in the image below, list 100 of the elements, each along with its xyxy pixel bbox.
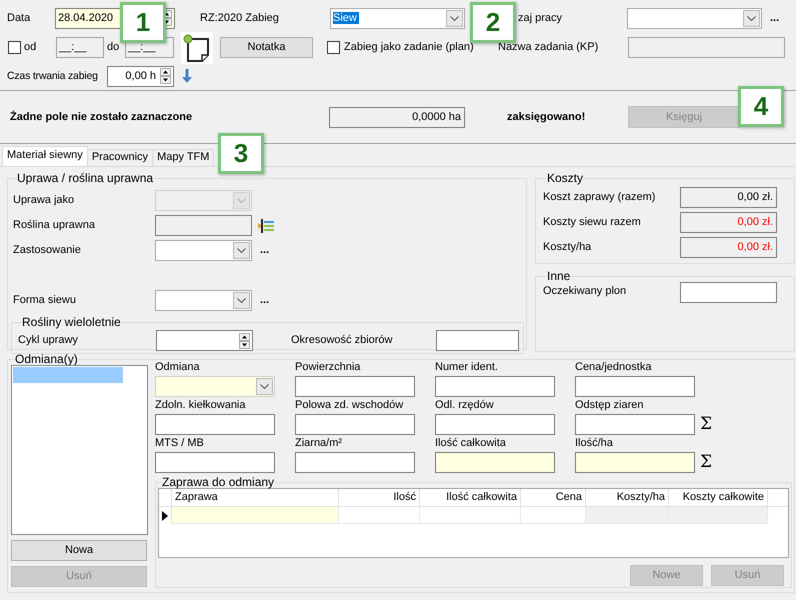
field-label: Numer ident. <box>435 361 499 375</box>
field-label: Cena/jednostka <box>575 361 652 375</box>
field-label: Okresowość zbiorów <box>291 334 394 347</box>
field-label: Polowa zd. wschodów <box>295 399 404 413</box>
field-label: zaj pracy <box>518 12 564 24</box>
column-header[interactable]: Koszty/ha <box>586 489 669 506</box>
field-label: Zastosowanie <box>13 244 82 257</box>
dropdown[interactable] <box>155 240 252 261</box>
input-field[interactable]: 0,00 h <box>107 66 174 86</box>
sum-button[interactable]: Σ <box>700 418 712 431</box>
callout-tooltip: 1 <box>120 2 166 43</box>
field-label: Ilość/ha <box>575 437 614 451</box>
field-label: Koszty siewu razem <box>543 216 642 229</box>
field-label: Nazwa zadania (KP) <box>498 41 600 54</box>
input-field[interactable] <box>575 414 695 435</box>
table-cell[interactable] <box>669 507 768 524</box>
field-label: do <box>107 41 120 54</box>
field-label: Ziarna/m² <box>295 437 344 451</box>
chevron-icon <box>747 16 756 20</box>
field-label: Koszty/ha <box>543 241 592 254</box>
down-arrow-icon <box>181 68 193 84</box>
input-field[interactable] <box>295 376 415 397</box>
note-icon[interactable] <box>181 32 213 64</box>
input-field[interactable] <box>155 452 275 473</box>
tab[interactable]: Mapy TFM <box>152 149 214 166</box>
dropdown[interactable] <box>627 8 762 28</box>
tab[interactable]: Materiał siewny <box>2 146 88 166</box>
table-cell[interactable] <box>172 507 339 524</box>
table-cell[interactable] <box>521 507 586 524</box>
checkbox[interactable] <box>8 41 21 54</box>
field-label: Koszt zaprawy (razem) <box>543 191 656 204</box>
callout-tooltip: 4 <box>738 86 784 127</box>
input-field[interactable] <box>628 37 785 58</box>
spin-icon <box>239 332 250 348</box>
input-field[interactable] <box>680 282 777 303</box>
spin-field[interactable] <box>156 330 253 351</box>
list-picker-icon <box>258 218 274 232</box>
callout-tooltip: 2 <box>470 2 516 43</box>
field-label: Uprawa jako <box>13 194 76 207</box>
table-cell[interactable] <box>339 507 420 524</box>
input-field[interactable] <box>155 414 275 435</box>
field-label: Odstęp ziaren <box>575 399 644 413</box>
field-label: Cykl uprawy <box>18 334 79 347</box>
cost-field[interactable]: 0,00 zł. <box>680 187 777 208</box>
checkbox-label: Zabieg jako zadanie (plan) <box>344 41 475 54</box>
field-label: Ilość całkowita <box>435 437 507 451</box>
button[interactable]: Nowa <box>11 540 147 561</box>
chevron-icon <box>237 298 246 303</box>
input-field[interactable] <box>435 414 555 435</box>
field-label: Odmiana <box>155 361 201 375</box>
spin-icon <box>160 68 171 84</box>
list-box[interactable] <box>11 365 148 535</box>
area-field[interactable]: 0,0000 ha <box>329 106 465 128</box>
column-header[interactable]: Cena <box>521 489 586 506</box>
input-field[interactable] <box>295 414 415 435</box>
group-title: Zaprawa do odmiany <box>162 476 274 488</box>
field-label: Powierzchnia <box>295 361 362 375</box>
operation-label: RZ:2020 Zabieg <box>200 12 280 24</box>
sum-button[interactable]: Σ <box>700 456 712 469</box>
column-header[interactable]: Ilość <box>339 489 420 506</box>
field-label: Forma siewu <box>13 294 77 307</box>
dropdown[interactable]: Siew <box>330 8 465 28</box>
checkbox[interactable] <box>327 41 340 54</box>
chevron-icon <box>237 198 246 203</box>
column-header[interactable]: Ilość całkowita <box>420 489 521 506</box>
cost-field[interactable]: 0,00 zł. <box>680 212 777 233</box>
group-title: Odmiana(y) <box>15 353 78 365</box>
cost-field[interactable]: 0,00 zł. <box>680 237 777 258</box>
more-button[interactable]: ... <box>260 244 270 257</box>
chevron-icon <box>450 16 459 20</box>
field-label: Czas trwania zabieg <box>7 70 99 82</box>
field-label: Zdoln. kiełkowania <box>155 399 246 413</box>
input-field[interactable] <box>435 376 555 397</box>
group-title: Uprawa / roślina uprawna <box>17 172 154 184</box>
group-title: Inne <box>547 270 570 282</box>
column-header[interactable]: Zaprawa <box>172 489 339 506</box>
chevron-icon <box>260 384 269 389</box>
checkbox-label: od <box>24 41 38 54</box>
chevron-icon <box>237 248 246 253</box>
field-label: MTS / MB <box>155 437 205 451</box>
field-label: Odl. rzędów <box>435 399 495 413</box>
column-header[interactable]: Koszty całkowite <box>669 489 768 506</box>
table-cell[interactable] <box>586 507 669 524</box>
input-field[interactable] <box>575 452 695 473</box>
status-message: Żadne pole nie zostało zaznaczone <box>10 110 194 124</box>
callout-tooltip: 3 <box>218 133 264 174</box>
input-field[interactable] <box>435 452 555 473</box>
more-button[interactable]: ... <box>770 12 780 24</box>
table-cell[interactable] <box>420 507 521 524</box>
input-field[interactable] <box>295 452 415 473</box>
input-field[interactable]: __:__ <box>56 37 104 58</box>
field-label: Roślina uprawna <box>13 219 96 232</box>
status-text: zaksięgowano! <box>507 110 586 124</box>
field-label: Data <box>7 12 32 24</box>
button[interactable]: Notatka <box>220 37 313 58</box>
more-button[interactable]: ... <box>260 294 270 307</box>
dropdown[interactable] <box>155 290 252 311</box>
group-title: Rośliny wieloletnie <box>22 316 121 328</box>
input-field[interactable] <box>436 330 519 351</box>
input-field[interactable] <box>575 376 695 397</box>
